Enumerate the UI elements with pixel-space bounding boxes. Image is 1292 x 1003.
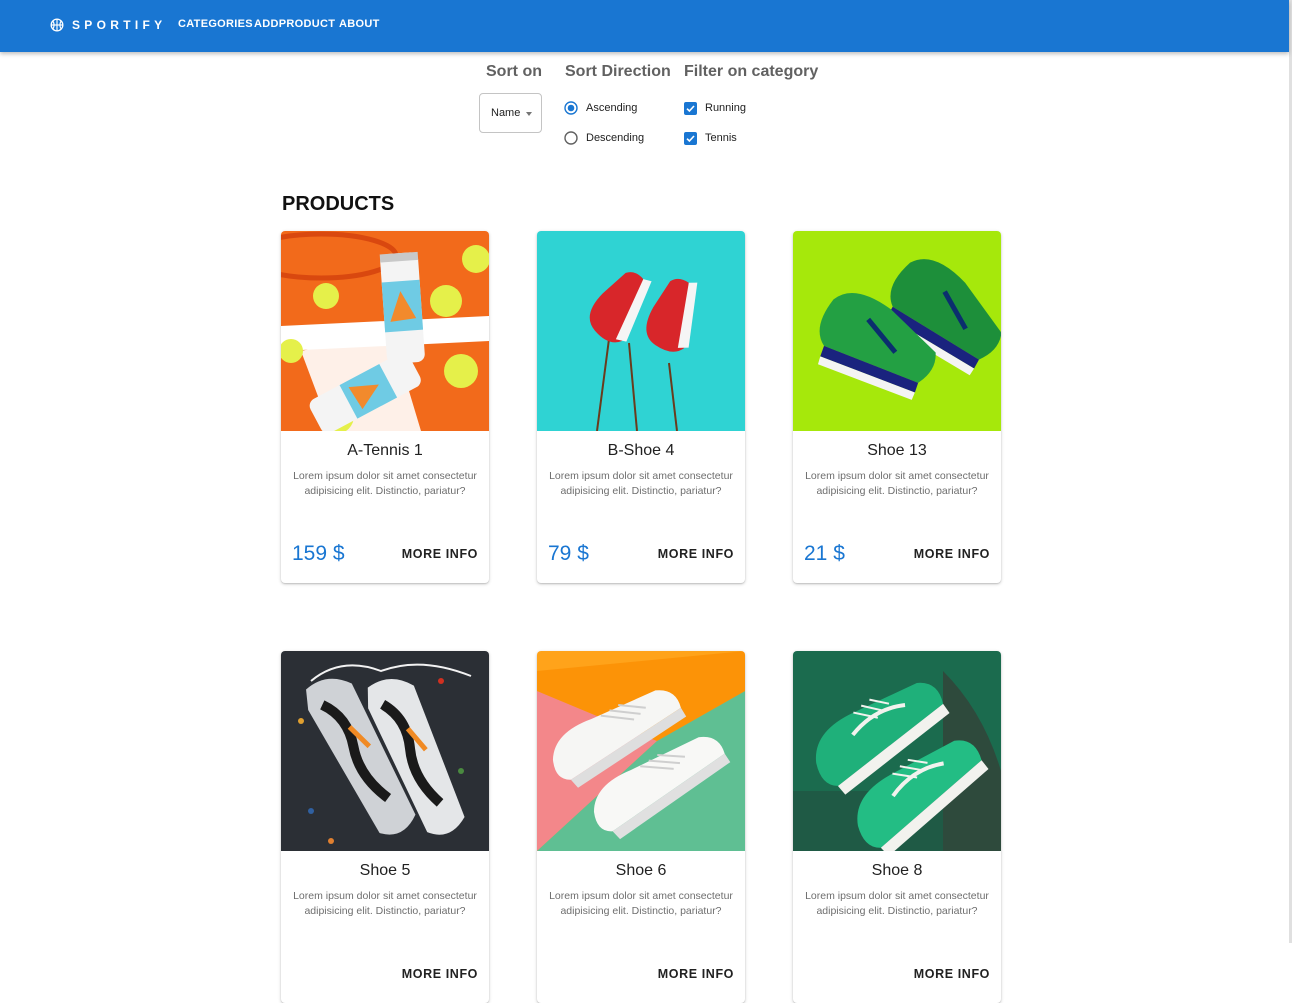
nav-addproduct[interactable]: ADDPRODUCT [254, 18, 335, 30]
product-description: Lorem ipsum dolor sit amet consectetur a… [293, 890, 477, 917]
product-card[interactable]: B-Shoe 4 Lorem ipsum dolor sit amet cons… [537, 231, 745, 583]
more-info-button[interactable]: MORE INFO [658, 967, 734, 981]
products-heading: PRODUCTS [282, 193, 395, 215]
product-image[interactable] [281, 231, 489, 431]
filter-category-label: Filter on category [684, 63, 819, 80]
product-card[interactable]: Shoe 6 Lorem ipsum dolor sit amet consec… [537, 651, 745, 1003]
checkbox-checked-icon [684, 101, 697, 115]
basketball-icon [50, 18, 64, 32]
product-card[interactable]: Shoe 5 Lorem ipsum dolor sit amet consec… [281, 651, 489, 1003]
product-image[interactable] [537, 231, 745, 431]
product-name: B-Shoe 4 [607, 442, 675, 459]
sort-on-select[interactable]: Name [479, 93, 542, 133]
product-price: 159 $ [292, 542, 345, 565]
product-image[interactable] [793, 231, 1001, 431]
product-image[interactable] [281, 651, 489, 851]
product-price: 21 $ [804, 542, 845, 565]
sort-direction-label: Sort Direction [565, 63, 671, 80]
product-name: Shoe 6 [615, 862, 667, 879]
product-description: Lorem ipsum dolor sit amet consectetur a… [805, 470, 989, 497]
brand[interactable]: SPORTIFY [50, 17, 166, 33]
product-description: Lorem ipsum dolor sit amet consectetur a… [549, 470, 733, 497]
product-name: Shoe 13 [867, 442, 927, 459]
product-card[interactable]: A-Tennis 1 Lorem ipsum dolor sit amet co… [281, 231, 489, 583]
more-info-button[interactable]: MORE INFO [402, 547, 478, 561]
product-image[interactable] [793, 651, 1001, 851]
sort-on-label: Sort on [486, 63, 542, 80]
more-info-button[interactable]: MORE INFO [914, 967, 990, 981]
radio-ascending-label: Ascending [586, 102, 638, 114]
checkbox-tennis-label: Tennis [705, 132, 737, 144]
product-price: 79 $ [548, 542, 589, 565]
product-name: A-Tennis 1 [347, 442, 423, 459]
product-name: Shoe 5 [359, 862, 411, 879]
radio-checked-icon [564, 101, 578, 115]
nav-about[interactable]: ABOUT [339, 18, 380, 30]
sort-on-value: Name [491, 107, 521, 119]
checkbox-checked-icon [684, 131, 697, 145]
caret-down-icon [526, 112, 532, 116]
product-name: Shoe 8 [871, 862, 923, 879]
radio-descending[interactable]: Descending [564, 130, 644, 146]
more-info-button[interactable]: MORE INFO [658, 547, 734, 561]
product-description: Lorem ipsum dolor sit amet consectetur a… [805, 890, 989, 917]
product-card[interactable]: Shoe 13 Lorem ipsum dolor sit amet conse… [793, 231, 1001, 583]
brand-name: SPORTIFY [72, 18, 167, 32]
checkbox-tennis[interactable]: Tennis [684, 130, 737, 146]
checkbox-running[interactable]: Running [684, 100, 746, 116]
app-bar: SPORTIFY CATEGORIES ADDPRODUCT ABOUT [0, 0, 1289, 52]
product-card[interactable]: Shoe 8 Lorem ipsum dolor sit amet consec… [793, 651, 1001, 1003]
more-info-button[interactable]: MORE INFO [402, 967, 478, 981]
radio-ascending[interactable]: Ascending [564, 100, 637, 116]
product-description: Lorem ipsum dolor sit amet consectetur a… [549, 890, 733, 917]
product-image[interactable] [537, 651, 745, 851]
nav-categories[interactable]: CATEGORIES [178, 18, 253, 30]
radio-descending-label: Descending [586, 132, 645, 144]
product-description: Lorem ipsum dolor sit amet consectetur a… [293, 470, 477, 497]
radio-unchecked-icon [564, 131, 578, 145]
checkbox-running-label: Running [705, 102, 746, 114]
more-info-button[interactable]: MORE INFO [914, 547, 990, 561]
